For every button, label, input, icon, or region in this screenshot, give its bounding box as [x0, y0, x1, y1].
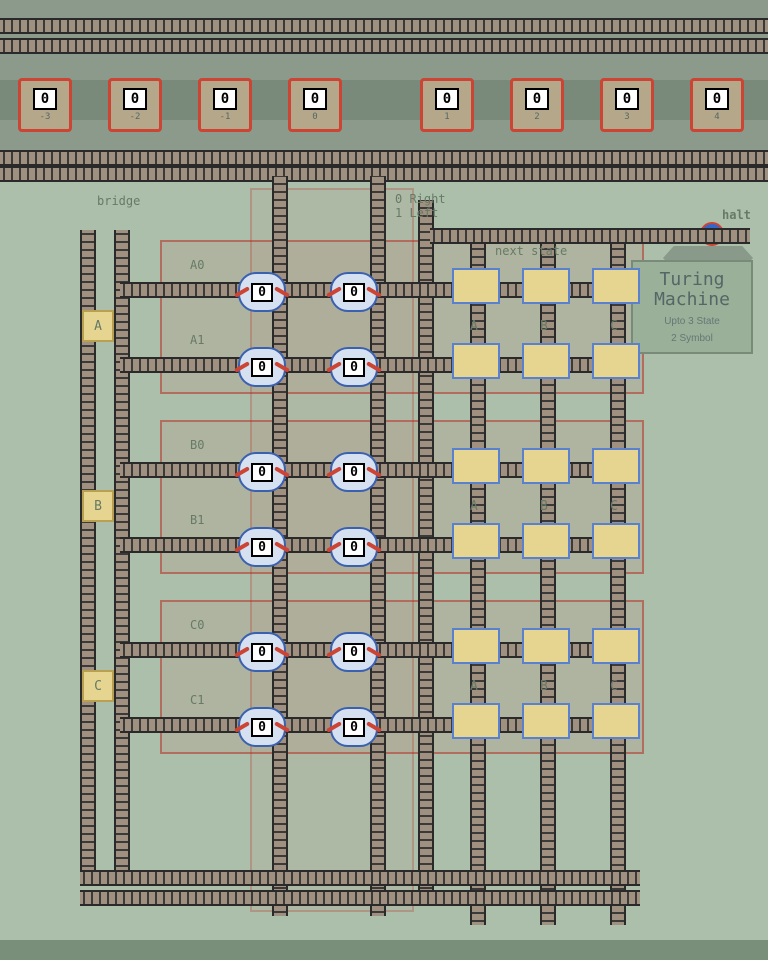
tape-cell[interactable]: 02 — [510, 78, 564, 132]
row-label: A1 — [190, 333, 204, 347]
next-state-cell[interactable] — [592, 448, 640, 484]
next-state-cell[interactable] — [452, 628, 500, 664]
return-track-bottom2 — [80, 890, 640, 906]
dir-switch[interactable]: 0 — [330, 347, 378, 387]
next-state-cell[interactable] — [522, 628, 570, 664]
next-state-cell[interactable] — [522, 343, 570, 379]
next-state-cell[interactable] — [522, 523, 570, 559]
next-header: A — [470, 319, 478, 334]
tape-cell[interactable]: 01 — [420, 78, 474, 132]
tape-cell[interactable]: 00 — [288, 78, 342, 132]
state-box-c[interactable]: C — [82, 670, 114, 702]
write-switch[interactable]: 0 — [238, 347, 286, 387]
tape-cell[interactable]: 04 — [690, 78, 744, 132]
next-header: C — [610, 679, 618, 694]
write-switch[interactable]: 0 — [238, 527, 286, 567]
next-header: B — [540, 679, 548, 694]
next-header: A — [470, 679, 478, 694]
next-state-cell[interactable] — [452, 268, 500, 304]
dir-switch[interactable]: 0 — [330, 632, 378, 672]
row-label: B1 — [190, 513, 204, 527]
halt-label: halt — [722, 208, 751, 222]
next-state-cell[interactable] — [452, 448, 500, 484]
next-track-a — [470, 235, 486, 925]
next-state-cell[interactable] — [522, 703, 570, 739]
next-state-label: next state — [495, 244, 567, 258]
write-switch[interactable]: 0 — [238, 707, 286, 747]
next-state-cell[interactable] — [592, 268, 640, 304]
next-header: C — [610, 319, 618, 334]
write-switch[interactable]: 0 — [238, 632, 286, 672]
state-box-b[interactable]: B — [82, 490, 114, 522]
dir-switch[interactable]: 0 — [330, 272, 378, 312]
halt-track — [430, 228, 750, 244]
next-state-cell[interactable] — [452, 703, 500, 739]
next-state-cell[interactable] — [452, 343, 500, 379]
next-state-cell[interactable] — [592, 703, 640, 739]
row-label: C0 — [190, 618, 204, 632]
write-switch[interactable]: 0 — [238, 452, 286, 492]
dir-switch[interactable]: 0 — [330, 527, 378, 567]
tape-cell[interactable]: 0-2 — [108, 78, 162, 132]
row-label: B0 — [190, 438, 204, 452]
tape-cell[interactable]: 0-3 — [18, 78, 72, 132]
footer-strip — [0, 940, 768, 960]
next-state-cell[interactable] — [522, 268, 570, 304]
tape-track-2 — [0, 38, 768, 54]
dir-switch[interactable]: 0 — [330, 707, 378, 747]
next-state-cell[interactable] — [592, 628, 640, 664]
dir-label: 0 Right 1 Left — [395, 192, 446, 220]
state-box-a[interactable]: A — [82, 310, 114, 342]
write-switch[interactable]: 0 — [238, 272, 286, 312]
next-state-cell[interactable] — [592, 343, 640, 379]
next-header: C — [610, 499, 618, 514]
next-header: B — [540, 499, 548, 514]
title-box: Turing Machine Upto 3 State 2 Symbol — [631, 260, 753, 354]
next-state-cell[interactable] — [592, 523, 640, 559]
bridge-label: bridge — [97, 194, 140, 208]
next-state-cell[interactable] — [452, 523, 500, 559]
dir-switch[interactable]: 0 — [330, 452, 378, 492]
tape-track-top — [0, 18, 768, 34]
next-state-cell[interactable] — [522, 448, 570, 484]
return-track-bottom — [80, 870, 640, 886]
tape-track-bottom — [0, 150, 768, 166]
tape-cell[interactable]: 0-1 — [198, 78, 252, 132]
next-header: A — [470, 499, 478, 514]
next-track-b — [540, 235, 556, 925]
next-track-c — [610, 235, 626, 925]
next-header: B — [540, 319, 548, 334]
tape-cell[interactable]: 03 — [600, 78, 654, 132]
row-label: C1 — [190, 693, 204, 707]
row-label: A0 — [190, 258, 204, 272]
